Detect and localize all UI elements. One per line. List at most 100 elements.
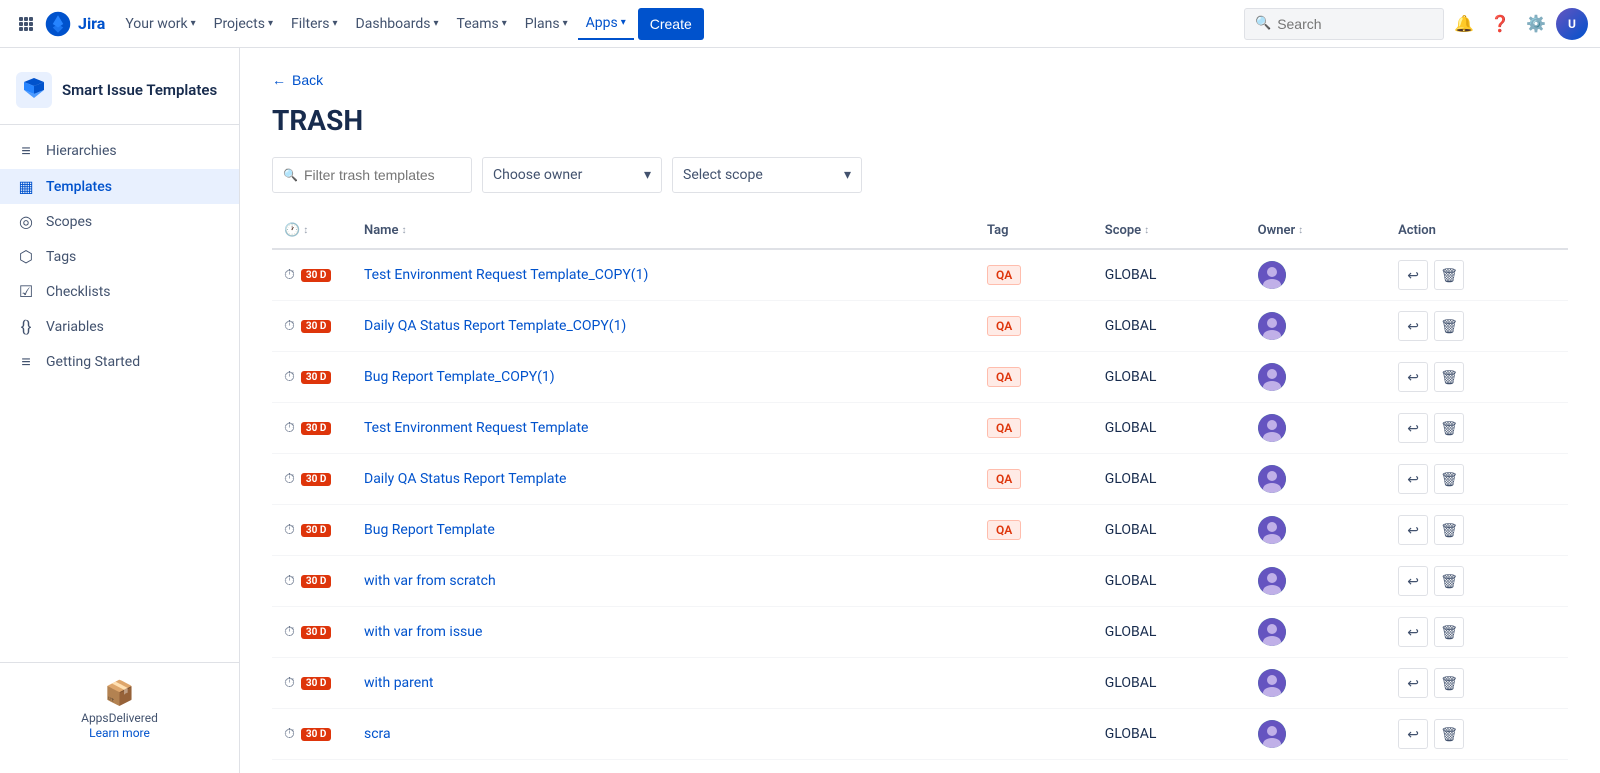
restore-button-4[interactable]: ↩ xyxy=(1398,464,1428,494)
delete-button-3[interactable]: 🗑 xyxy=(1434,413,1464,443)
restore-button-0[interactable]: ↩ xyxy=(1398,260,1428,290)
sidebar-label-tags: Tags xyxy=(46,249,76,265)
restore-button-6[interactable]: ↩ xyxy=(1398,566,1428,596)
cell-owner-5 xyxy=(1246,505,1386,556)
cell-scope-6: GLOBAL xyxy=(1093,556,1246,607)
restore-button-7[interactable]: ↩ xyxy=(1398,617,1428,647)
grid-menu-icon[interactable] xyxy=(12,10,40,38)
cell-action-3: ↩ 🗑 xyxy=(1386,403,1568,454)
restore-button-9[interactable]: ↩ xyxy=(1398,719,1428,749)
days-badge-3: 30 D xyxy=(301,422,331,435)
scope-filter-dropdown[interactable]: Select scope ▾ xyxy=(672,157,862,193)
sidebar-item-templates[interactable]: ▦ Templates xyxy=(0,169,239,204)
settings-icon[interactable]: ⚙️ xyxy=(1520,8,1552,40)
delete-button-5[interactable]: 🗑 xyxy=(1434,515,1464,545)
search-input[interactable] xyxy=(1277,16,1417,32)
cell-action-9: ↩ 🗑 xyxy=(1386,709,1568,760)
scope-sort[interactable]: Scope ↕ xyxy=(1105,223,1149,238)
days-badge-6: 30 D xyxy=(301,575,331,588)
sidebar-item-variables[interactable]: {} Variables xyxy=(0,309,239,344)
help-icon[interactable]: ❓ xyxy=(1484,8,1516,40)
nav-label-filters: Filters xyxy=(291,16,330,32)
search-icon: 🔍 xyxy=(1255,16,1271,31)
nav-item-projects[interactable]: Projects▾ xyxy=(206,8,281,40)
template-name-link-1[interactable]: Daily QA Status Report Template_COPY(1) xyxy=(364,318,626,334)
sidebar-label-hierarchies: Hierarchies xyxy=(46,143,117,159)
table-row: ⏱ 30 D scra GLOBAL ↩ 🗑 xyxy=(272,709,1568,760)
cell-tag-0: QA xyxy=(975,249,1093,301)
tag-badge-5: QA xyxy=(987,520,1021,540)
delete-button-9[interactable]: 🗑 xyxy=(1434,719,1464,749)
cell-action-0: ↩ 🗑 xyxy=(1386,249,1568,301)
template-name-link-9[interactable]: scra xyxy=(364,726,391,742)
restore-button-2[interactable]: ↩ xyxy=(1398,362,1428,392)
filter-search-input[interactable] xyxy=(304,167,444,183)
nav-item-filters[interactable]: Filters▾ xyxy=(283,8,346,40)
nav-item-apps[interactable]: Apps▾ xyxy=(578,8,634,40)
nav-label-projects: Projects xyxy=(214,16,265,32)
nav-item-teams[interactable]: Teams▾ xyxy=(449,8,515,40)
days-badge-7: 30 D xyxy=(301,626,331,639)
nav-item-your-work[interactable]: Your work▾ xyxy=(117,8,203,40)
restore-button-8[interactable]: ↩ xyxy=(1398,668,1428,698)
jira-logo[interactable]: Jira xyxy=(44,10,105,38)
owner-filter-dropdown[interactable]: Choose owner ▾ xyxy=(482,157,662,193)
table-row: ⏱ 30 D Bug Report Template QA GLOBAL xyxy=(272,505,1568,556)
restore-button-1[interactable]: ↩ xyxy=(1398,311,1428,341)
sidebar-icon-getting-started: ≡ xyxy=(16,352,36,372)
restore-button-3[interactable]: ↩ xyxy=(1398,413,1428,443)
cell-tag-7 xyxy=(975,607,1093,658)
page-title: TRASH xyxy=(272,104,1568,137)
timer-sort[interactable]: 🕐 ↕ xyxy=(284,223,308,238)
main-content: ← Back TRASH 🔍 Choose owner ▾ Select sco… xyxy=(240,48,1600,773)
cell-action-6: ↩ 🗑 xyxy=(1386,556,1568,607)
name-sort[interactable]: Name ↕ xyxy=(364,223,406,238)
cell-owner-3 xyxy=(1246,403,1386,454)
sidebar-item-scopes[interactable]: ◎ Scopes xyxy=(0,204,239,239)
search-bar[interactable]: 🔍 xyxy=(1244,8,1444,40)
sidebar-icon-tags: ⬡ xyxy=(16,247,36,266)
sidebar-label-scopes: Scopes xyxy=(46,214,92,230)
owner-avatar-7 xyxy=(1258,618,1286,646)
owner-sort[interactable]: Owner ↕ xyxy=(1258,223,1304,238)
table-row: ⏱ 30 D Test Environment Request Template… xyxy=(272,403,1568,454)
template-name-link-7[interactable]: with var from issue xyxy=(364,624,482,640)
sidebar-label-variables: Variables xyxy=(46,319,104,335)
sidebar-item-getting-started[interactable]: ≡ Getting Started xyxy=(0,344,239,380)
delete-button-7[interactable]: 🗑 xyxy=(1434,617,1464,647)
delete-button-6[interactable]: 🗑 xyxy=(1434,566,1464,596)
cell-action-7: ↩ 🗑 xyxy=(1386,607,1568,658)
template-name-link-2[interactable]: Bug Report Template_COPY(1) xyxy=(364,369,555,385)
search-filter[interactable]: 🔍 xyxy=(272,157,472,193)
avatar[interactable]: U xyxy=(1556,8,1588,40)
delete-button-4[interactable]: 🗑 xyxy=(1434,464,1464,494)
sidebar-item-hierarchies[interactable]: ≡ Hierarchies xyxy=(0,133,239,169)
sidebar-item-tags[interactable]: ⬡ Tags xyxy=(0,239,239,274)
cell-timer-8: ⏱ 30 D xyxy=(272,658,352,709)
restore-button-5[interactable]: ↩ xyxy=(1398,515,1428,545)
learn-more-link[interactable]: Learn more xyxy=(89,726,150,740)
search-filter-icon: 🔍 xyxy=(283,168,298,182)
nav-item-dashboards[interactable]: Dashboards▾ xyxy=(348,8,447,40)
delete-button-1[interactable]: 🗑 xyxy=(1434,311,1464,341)
template-name-link-0[interactable]: Test Environment Request Template_COPY(1… xyxy=(364,267,648,283)
back-button[interactable]: ← Back xyxy=(272,72,323,88)
delete-button-0[interactable]: 🗑 xyxy=(1434,260,1464,290)
notifications-icon[interactable]: 🔔 xyxy=(1448,8,1480,40)
delete-button-8[interactable]: 🗑 xyxy=(1434,668,1464,698)
sidebar-label-getting-started: Getting Started xyxy=(46,354,140,370)
nav-item-plans[interactable]: Plans▾ xyxy=(517,8,576,40)
template-name-link-8[interactable]: with parent xyxy=(364,675,434,691)
template-name-link-5[interactable]: Bug Report Template xyxy=(364,522,495,538)
cell-tag-2: QA xyxy=(975,352,1093,403)
create-button[interactable]: Create xyxy=(638,8,704,40)
template-name-link-3[interactable]: Test Environment Request Template xyxy=(364,420,588,436)
template-name-link-4[interactable]: Daily QA Status Report Template xyxy=(364,471,566,487)
days-badge-0: 30 D xyxy=(301,269,331,282)
template-name-link-6[interactable]: with var from scratch xyxy=(364,573,496,589)
cell-name-0: Test Environment Request Template_COPY(1… xyxy=(352,249,975,301)
tag-badge-0: QA xyxy=(987,265,1021,285)
sidebar-item-checklists[interactable]: ☑ Checklists xyxy=(0,274,239,309)
delete-button-2[interactable]: 🗑 xyxy=(1434,362,1464,392)
sidebar-icon-hierarchies: ≡ xyxy=(16,141,36,161)
